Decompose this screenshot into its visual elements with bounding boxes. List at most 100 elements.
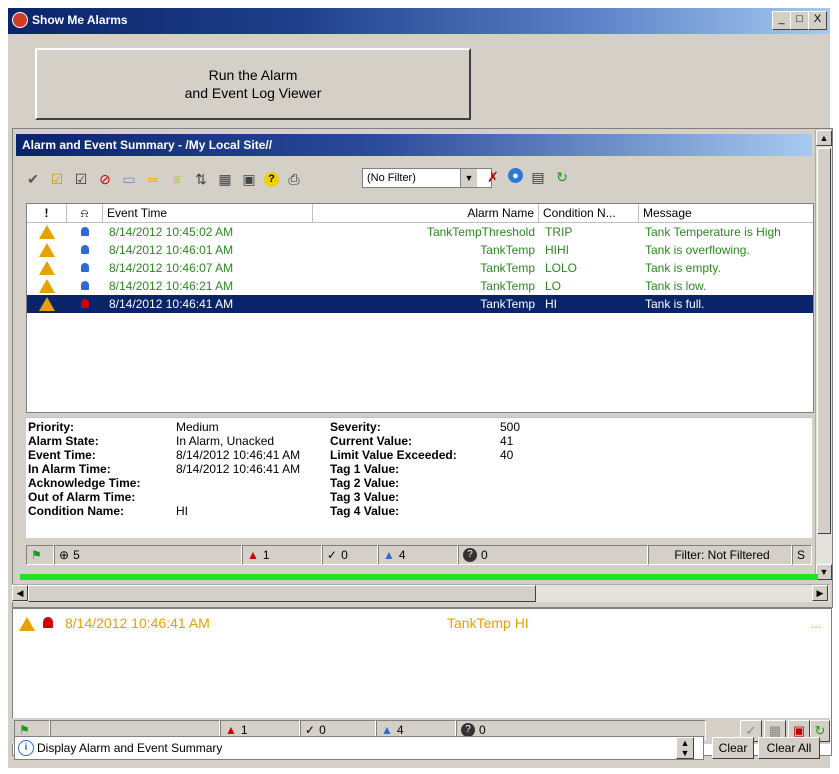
priority-value: Medium xyxy=(176,420,219,434)
summary-toolbar: ✔ ☑ ☑ ⊘ ▭ ═ ≡ ⇅ ▦ ▣ ? ⎙ xyxy=(24,168,303,190)
event-time-cell: 8/14/2012 10:46:07 AM xyxy=(109,261,234,275)
sort-icon[interactable]: ⇅ xyxy=(192,170,210,188)
refresh-icon: ↻ xyxy=(814,723,826,738)
in-alarm-count: 1 xyxy=(262,548,270,562)
clear-all-button[interactable]: Clear All xyxy=(758,737,820,759)
message-cell: Tank is low. xyxy=(645,279,707,293)
condition-cell: LOLO xyxy=(545,261,578,275)
red-bell-icon xyxy=(43,617,53,628)
details-icon[interactable]: ▤ xyxy=(529,168,547,186)
table-row[interactable]: 8/14/2012 10:46:01 AM TankTemp HIHI Tank is… xyxy=(27,241,813,259)
horizontal-scrollbar[interactable]: ◀ ▶ xyxy=(12,584,830,602)
title-bar: Show Me Alarms _ □ X xyxy=(8,8,830,34)
event-time-label: Event Time: xyxy=(28,448,96,462)
acknowledge-icon[interactable]: ✔ xyxy=(24,170,42,188)
acknowledge-all-icon[interactable]: ☑ xyxy=(48,170,66,188)
alarm-details: Priority: Medium Alarm State: In Alarm, … xyxy=(26,417,812,538)
event-time-value: 8/14/2012 10:46:41 AM xyxy=(176,448,301,462)
table-row[interactable]: 8/14/2012 10:45:02 AM TankTempThreshold TR… xyxy=(27,223,813,241)
activity-bar xyxy=(20,574,818,580)
condition-name-label: Condition Name: xyxy=(28,504,124,518)
window-title: Show Me Alarms xyxy=(32,13,128,27)
run-button-line2: and Event Log Viewer xyxy=(184,85,322,101)
print-icon[interactable]: ⎙ xyxy=(285,170,303,188)
help-icon[interactable]: ? xyxy=(264,171,279,187)
warning-icon xyxy=(39,261,55,275)
maximize-button[interactable]: □ xyxy=(790,11,809,30)
condition-cell: LO xyxy=(545,279,562,293)
status-total-pane: ⊕ 5 xyxy=(54,545,242,565)
message-cell: Tank is overflowing. xyxy=(645,243,750,257)
table-row[interactable]: 8/14/2012 10:46:07 AM TankTemp LOLO Tank is… xyxy=(27,259,813,277)
bell-icon xyxy=(81,299,89,308)
status-faulted-pane: ? 0 xyxy=(458,545,648,565)
properties-icon[interactable]: ▣ xyxy=(240,170,258,188)
run-log-viewer-button[interactable]: Run the Alarm and Event Log Viewer xyxy=(35,48,471,120)
scroll-up-icon[interactable]: ▲ xyxy=(816,130,832,146)
silence-icon[interactable]: ▭ xyxy=(120,170,138,188)
severity-value: 500 xyxy=(500,420,521,434)
columns-icon[interactable]: ▦ xyxy=(216,170,234,188)
check-icon: ✓ xyxy=(745,723,757,738)
hscroll-thumb[interactable] xyxy=(28,585,536,602)
column-condition[interactable]: Condition N... xyxy=(539,204,639,222)
scroll-down-icon[interactable]: ▼ xyxy=(816,564,832,580)
alarm-name-cell: TankTemp xyxy=(480,261,535,275)
bell-icon xyxy=(81,263,89,272)
vertical-scrollbar[interactable]: ▲ ▼ xyxy=(815,130,832,580)
alarm-name-cell: TankTemp xyxy=(480,243,535,257)
banner-alarm-name[interactable]: TankTemp HI xyxy=(447,615,529,631)
minimize-button[interactable]: _ xyxy=(772,11,791,30)
out-of-alarm-time-label: Out of Alarm Time: xyxy=(28,490,136,504)
table-row[interactable]: 8/14/2012 10:46:41 AM TankTemp HI Tank is f… xyxy=(27,295,813,313)
acknowledge-page-icon[interactable]: ☑ xyxy=(72,170,90,188)
close-button[interactable]: X xyxy=(808,11,827,30)
spin-button[interactable]: ▲ ▼ xyxy=(676,737,694,759)
status-in-alarm-pane: ▲ 1 xyxy=(242,545,322,565)
alarm-name-cell: TankTemp xyxy=(480,279,535,293)
current-value: 41 xyxy=(500,434,514,448)
banner-more[interactable]: ... xyxy=(811,617,821,631)
table-row[interactable]: 8/14/2012 10:46:21 AM TankTemp LO Tank is l… xyxy=(27,277,813,295)
find-icon[interactable]: ● xyxy=(508,168,523,183)
status-flag-pane: ⚑ xyxy=(26,545,54,565)
scroll-thumb[interactable] xyxy=(817,148,831,534)
normal-unacked-count: 0 xyxy=(341,548,348,562)
limit-value-label: Limit Value Exceeded: xyxy=(330,448,457,462)
disable-icon[interactable]: ⊘ xyxy=(96,170,114,188)
filter-dropdown-icon[interactable]: ▼ xyxy=(460,169,477,187)
tag3-label: Tag 3 Value: xyxy=(330,490,400,504)
banner-time[interactable]: 8/14/2012 10:46:41 AM xyxy=(65,615,210,631)
status-normal-pane: ✓ 0 xyxy=(322,545,378,565)
column-event-time[interactable]: Event Time xyxy=(103,204,313,222)
event-time-cell: 8/14/2012 10:46:21 AM xyxy=(109,279,234,293)
tag2-label: Tag 2 Value: xyxy=(330,476,400,490)
condition-name-value: HI xyxy=(176,504,188,518)
current-value-label: Current Value: xyxy=(330,434,413,448)
severity-label: Severity: xyxy=(330,420,381,434)
page-icon: ▦ xyxy=(768,723,782,738)
suppress-icon[interactable]: ═ xyxy=(144,170,162,188)
filter-status: Filter: Not Filtered xyxy=(648,545,792,565)
column-alarm-name[interactable]: Alarm Name xyxy=(313,204,539,222)
count-icon: ⊕ xyxy=(59,548,70,562)
diagnostics-message: i Display Alarm and Event Summary xyxy=(14,736,704,760)
warning-icon xyxy=(39,297,55,311)
condition-cell: HI xyxy=(545,297,557,311)
scroll-right-icon[interactable]: ▶ xyxy=(812,585,828,601)
bell-icon xyxy=(81,227,89,236)
tag1-label: Tag 1 Value: xyxy=(330,462,400,476)
event-time-cell: 8/14/2012 10:45:02 AM xyxy=(109,225,234,239)
unsuppress-icon[interactable]: ≡ xyxy=(168,170,186,188)
clear-button[interactable]: Clear xyxy=(712,737,754,759)
clear-filter-icon[interactable]: ✗ xyxy=(484,168,502,186)
column-bell[interactable]: ⍾ xyxy=(67,204,103,222)
faulted-count: 0 xyxy=(481,548,488,562)
spin-icon: ▲ ▼ xyxy=(680,738,690,758)
refresh-icon[interactable]: ↻ xyxy=(553,168,571,186)
in-alarm-time-label: In Alarm Time: xyxy=(28,462,111,476)
column-priority[interactable]: ! xyxy=(27,204,67,222)
unacked-count: 4 xyxy=(398,548,406,562)
column-message[interactable]: Message xyxy=(639,204,813,222)
scroll-left-icon[interactable]: ◀ xyxy=(12,585,28,601)
